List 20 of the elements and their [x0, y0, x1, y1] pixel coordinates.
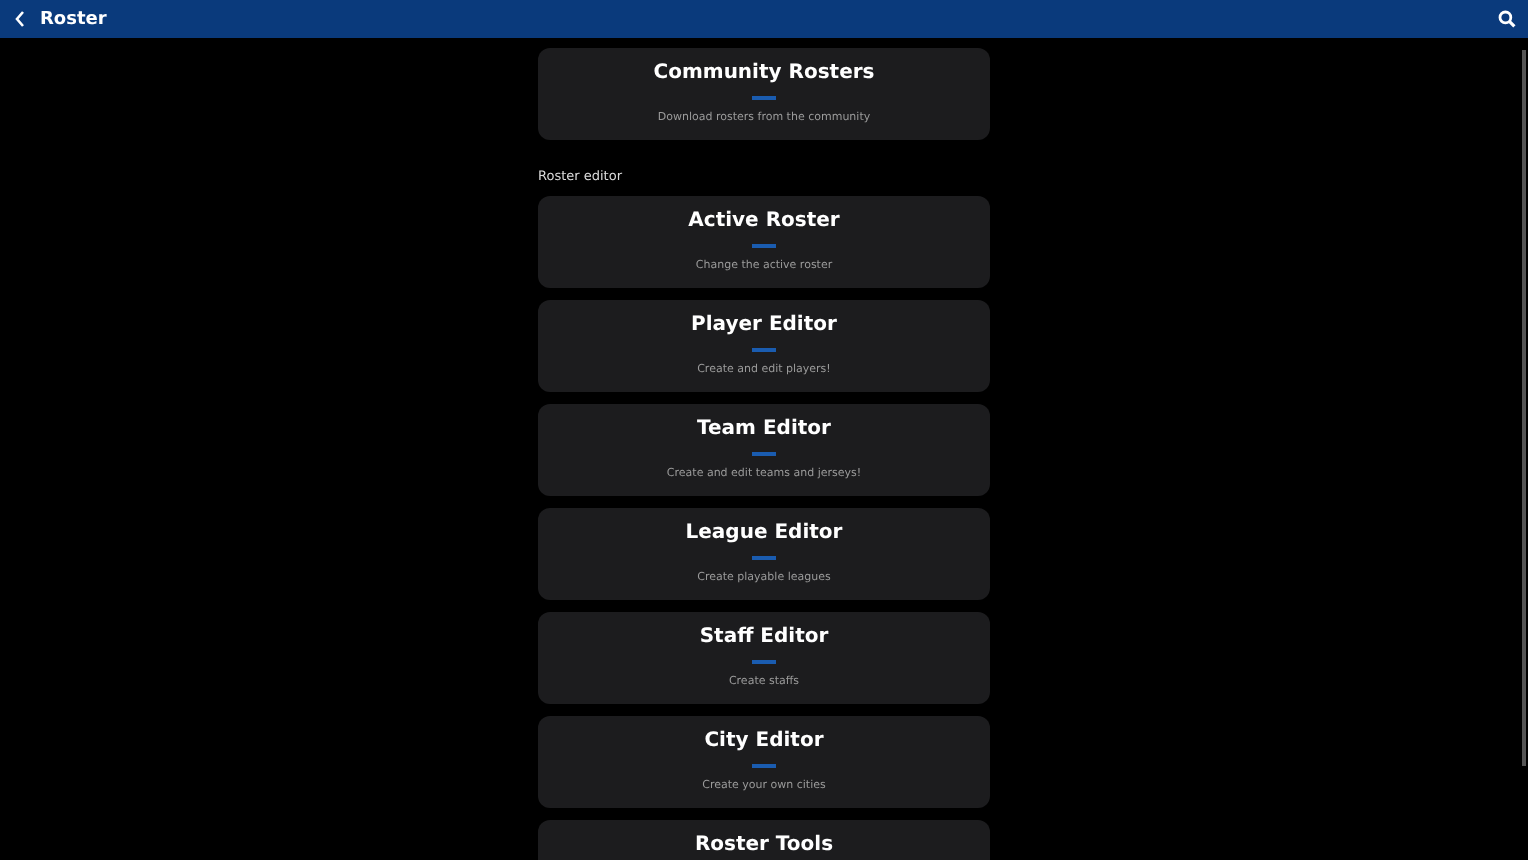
- header-title: Roster: [40, 9, 109, 29]
- accent-line: [752, 660, 776, 664]
- accent-line: [752, 96, 776, 100]
- card-title: Community Rosters: [653, 60, 875, 86]
- menu-card[interactable]: Roster Tools: [538, 820, 990, 860]
- accent-line: [752, 348, 776, 352]
- card-title: League Editor: [685, 520, 843, 546]
- card-title: Roster Tools: [694, 832, 834, 858]
- card-title: Staff Editor: [699, 624, 829, 650]
- accent-line: [752, 452, 776, 456]
- scrollbar[interactable]: [1522, 50, 1526, 766]
- card-title: Player Editor: [691, 312, 837, 338]
- card-title: Team Editor: [697, 416, 831, 442]
- accent-line: [752, 556, 776, 560]
- card-title: Active Roster: [688, 208, 840, 234]
- card-title: City Editor: [704, 728, 824, 754]
- back-icon[interactable]: [12, 10, 28, 28]
- accent-line: [752, 764, 776, 768]
- search-icon[interactable]: [1498, 10, 1516, 28]
- accent-line: [752, 244, 776, 248]
